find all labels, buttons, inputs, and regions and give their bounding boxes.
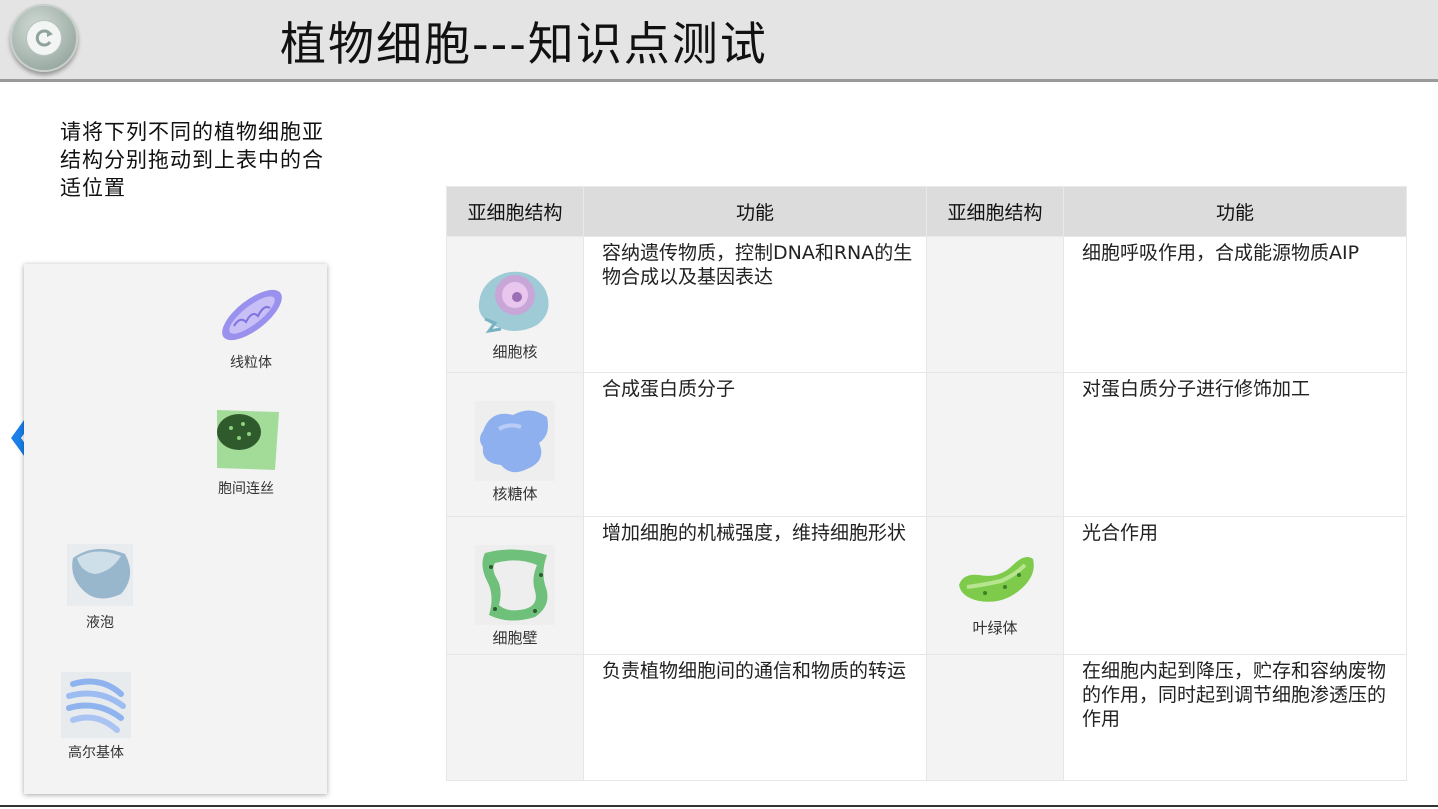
- column-header: 功能: [1063, 186, 1407, 237]
- piece-vacuole[interactable]: 液泡: [60, 542, 140, 632]
- placed-piece-cell-wall[interactable]: 细胞壁: [447, 545, 583, 648]
- bottom-divider: [0, 805, 1438, 807]
- piece-palette: 线粒体 胞间连丝 液泡 高尔基体: [24, 264, 327, 794]
- table-row: 核糖体 合成蛋白质分子 对蛋白质分子进行修饰加工: [446, 372, 1407, 517]
- function-cell: 负责植物细胞间的通信和物质的转运: [583, 654, 927, 781]
- ribosome-icon: [475, 401, 555, 481]
- refresh-button[interactable]: [10, 4, 78, 72]
- drop-slot[interactable]: [926, 236, 1064, 373]
- function-cell: 合成蛋白质分子: [583, 372, 927, 517]
- cell-wall-icon: [475, 545, 555, 625]
- drop-slot[interactable]: 细胞壁: [446, 516, 584, 655]
- function-cell: 对蛋白质分子进行修饰加工: [1063, 372, 1407, 517]
- piece-label: 线粒体: [230, 355, 272, 371]
- plasmodesmata-icon: [217, 410, 279, 470]
- piece-plasmodesmata[interactable]: 胞间连丝: [206, 408, 286, 498]
- nucleus-icon: [478, 271, 549, 334]
- vacuole-icon: [67, 544, 133, 606]
- column-header: 功能: [583, 186, 927, 237]
- drop-slot[interactable]: 细胞核: [446, 236, 584, 373]
- function-cell: 增加细胞的机械强度，维持细胞形状: [583, 516, 927, 655]
- function-cell: 光合作用: [1063, 516, 1407, 655]
- piece-label: 核糖体: [492, 485, 538, 503]
- chloroplast-icon: [959, 557, 1034, 602]
- matching-table: 亚细胞结构 功能 亚细胞结构 功能 细胞核 容纳遗传物质，控制DNA和RNA的生…: [446, 186, 1407, 781]
- piece-mitochondrion[interactable]: 线粒体: [211, 282, 291, 372]
- golgi-icon: [61, 672, 131, 738]
- drop-slot[interactable]: [446, 654, 584, 781]
- drop-slot[interactable]: [926, 654, 1064, 781]
- placed-piece-ribosome[interactable]: 核糖体: [447, 401, 583, 504]
- drop-slot[interactable]: [926, 372, 1064, 517]
- mitochondrion-icon: [222, 289, 282, 341]
- table-header-row: 亚细胞结构 功能 亚细胞结构 功能: [446, 186, 1407, 237]
- placed-piece-nucleus[interactable]: 细胞核: [447, 259, 583, 362]
- function-cell: 在细胞内起到降压，贮存和容纳废物的作用，同时起到调节细胞渗透压的作用: [1063, 654, 1407, 781]
- piece-golgi[interactable]: 高尔基体: [56, 672, 136, 762]
- piece-label: 细胞壁: [492, 629, 538, 647]
- function-cell: 容纳遗传物质，控制DNA和RNA的生物合成以及基因表达: [583, 236, 927, 373]
- refresh-icon: [26, 20, 62, 56]
- function-cell: 细胞呼吸作用，合成能源物质AIP: [1063, 236, 1407, 373]
- drop-slot[interactable]: 核糖体: [446, 372, 584, 517]
- table-row: 细胞壁 增加细胞的机械强度，维持细胞形状 叶绿体 光合作用: [446, 516, 1407, 655]
- instruction-text: 请将下列不同的植物细胞亚结构分别拖动到上表中的合适位置: [60, 120, 324, 200]
- piece-label: 叶绿体: [972, 619, 1018, 637]
- piece-label: 细胞核: [492, 343, 538, 361]
- placed-piece-chloroplast[interactable]: 叶绿体: [927, 535, 1063, 638]
- drop-slot[interactable]: 叶绿体: [926, 516, 1064, 655]
- header-bar: 植物细胞---知识点测试: [0, 0, 1438, 82]
- piece-label: 液泡: [86, 615, 114, 631]
- table-row: 细胞核 容纳遗传物质，控制DNA和RNA的生物合成以及基因表达 细胞呼吸作用，合…: [446, 236, 1407, 373]
- piece-label: 胞间连丝: [218, 481, 274, 497]
- page-title: 植物细胞---知识点测试: [280, 17, 768, 71]
- piece-label: 高尔基体: [68, 745, 124, 761]
- column-header: 亚细胞结构: [926, 186, 1064, 237]
- column-header: 亚细胞结构: [446, 186, 584, 237]
- table-row: 负责植物细胞间的通信和物质的转运 在细胞内起到降压，贮存和容纳废物的作用，同时起…: [446, 654, 1407, 781]
